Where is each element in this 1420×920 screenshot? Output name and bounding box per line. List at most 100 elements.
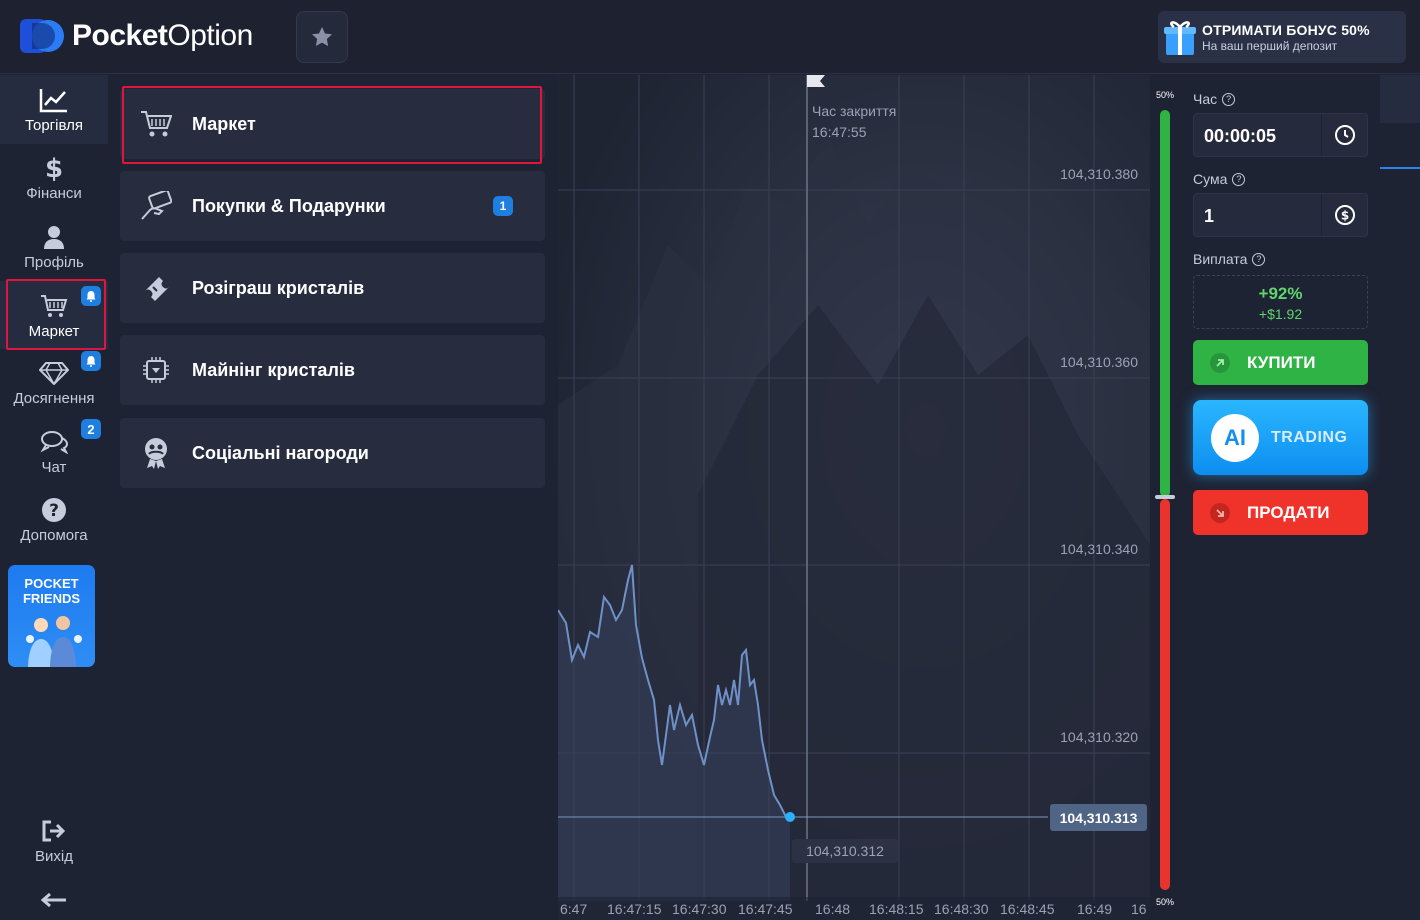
clock-button[interactable] <box>1321 114 1367 156</box>
close-time-label: Час закриття <box>812 103 897 119</box>
sentiment-bar: 50% 50% <box>1150 75 1180 920</box>
collapse-nav-button[interactable] <box>0 885 108 917</box>
amount-label-row: Сума ? <box>1193 171 1246 187</box>
pocketoption-logo[interactable]: PocketOption <box>18 14 253 58</box>
dollar-circle-icon: $ <box>1334 205 1355 225</box>
market-item-crystal-raffle[interactable]: Розіграш кристалів <box>120 253 545 323</box>
help-icon[interactable]: ? <box>1222 92 1236 106</box>
right-toolbar-indicator <box>1380 167 1420 169</box>
low-price-tag: 104,310.312 <box>792 839 898 863</box>
time-tick: 16:49 <box>1077 901 1113 917</box>
current-price-tag: 104,310.313 <box>1050 804 1147 831</box>
payout-label-row: Виплата ? <box>1193 251 1266 267</box>
left-nav: Торгівля $ Фінанси Профіль Маркет Досягн… <box>0 75 108 920</box>
ai-trading-text: TRADING <box>1271 428 1348 446</box>
nav-label-logout: Вихід <box>35 848 73 865</box>
time-label: Час <box>1193 91 1218 107</box>
nav-item-trading[interactable]: Торгівля <box>0 75 108 144</box>
time-tick: 16:47:30 <box>672 901 727 917</box>
amount-value: 1 <box>1204 206 1215 226</box>
user-icon <box>44 226 64 249</box>
diamond-icon <box>39 362 69 385</box>
logo-text-bold: Pocket <box>72 19 168 52</box>
time-tick: 16 <box>1131 901 1147 917</box>
arrow-down-right-icon <box>1210 502 1230 523</box>
bonus-title: ОТРИМАТИ БОНУС 50% <box>1202 21 1370 38</box>
time-tick: 16:48 <box>815 901 851 917</box>
pocket-friends-text: POCKET FRIENDS <box>22 576 81 606</box>
time-input[interactable]: 00:00:05 <box>1193 113 1368 157</box>
nav-label-finance: Фінанси <box>26 185 82 202</box>
nav-item-logout[interactable]: Вихід <box>0 816 108 865</box>
sentiment-down-percent: 50% <box>1155 897 1174 907</box>
arrow-left-icon <box>41 893 66 907</box>
time-tick: 16:48:45 <box>1000 901 1055 917</box>
pocket-friends-banner[interactable]: POCKET FRIENDS <box>8 565 95 667</box>
market-item-label: Розіграш кристалів <box>192 277 365 298</box>
payout-box: +92% +$1.92 <box>1193 275 1368 329</box>
clock-icon <box>1334 125 1355 145</box>
arrow-up-right-icon <box>1210 352 1230 373</box>
award-icon <box>145 438 167 469</box>
market-item-label: Покупки & Подарунки <box>192 195 386 216</box>
price-chart[interactable]: Час закриття 16:47:55 104,310.380 104,31… <box>558 75 1150 920</box>
time-value: 00:00:05 <box>1204 126 1277 146</box>
sentiment-up-percent: 50% <box>1155 90 1174 100</box>
dollar-icon: $ <box>45 154 63 182</box>
help-icon[interactable]: ? <box>1232 172 1246 186</box>
chip-icon <box>143 357 169 383</box>
bonus-subtitle: На ваш перший депозит <box>1202 38 1338 53</box>
amount-label: Сума <box>1193 171 1228 187</box>
trade-panel: Час ? 00:00:05 Сума ? 1 $ Виплата ? +92%… <box>1180 75 1380 920</box>
market-item-crystal-mining[interactable]: Майнінг кристалів <box>120 335 545 405</box>
logo-text-thin: Option <box>167 19 253 52</box>
buy-label: КУПИТИ <box>1247 352 1316 372</box>
payout-percent: +92% <box>1258 284 1303 303</box>
ai-trading-button[interactable]: AI TRADING <box>1193 400 1368 475</box>
nav-label-chat: Чат <box>41 459 67 476</box>
current-price-dot <box>785 812 795 822</box>
nav-label-profile: Профіль <box>24 254 84 271</box>
sell-button[interactable]: ПРОДАТИ <box>1193 490 1368 535</box>
gift-icon <box>1158 11 1202 63</box>
market-item-purchases[interactable]: Покупки & Подарунки 1 <box>120 171 545 241</box>
svg-text:$: $ <box>1340 209 1348 223</box>
achievements-notification-badge <box>81 351 101 371</box>
header: PocketOption ОТРИМАТИ БОНУС 50% На ваш п… <box>0 0 1420 74</box>
amount-input[interactable]: 1 $ <box>1193 193 1368 237</box>
star-icon <box>312 27 332 47</box>
friends-illustration-icon <box>26 616 82 667</box>
price-level-label: 104,310.320 <box>1060 729 1138 745</box>
time-label-row: Час ? <box>1193 91 1236 107</box>
right-toolbar-top <box>1380 75 1420 123</box>
logo-icon <box>18 15 66 57</box>
svg-text:$: $ <box>45 154 63 182</box>
market-item-social-rewards[interactable]: Соціальні нагороди <box>120 418 545 488</box>
time-tick: 6:47 <box>560 901 588 917</box>
right-toolbar <box>1380 75 1420 920</box>
bonus-banner[interactable]: ОТРИМАТИ БОНУС 50% На ваш перший депозит <box>1158 11 1406 63</box>
payout-label: Виплата <box>1193 251 1248 267</box>
sentiment-up-track <box>1160 110 1170 497</box>
bell-icon <box>86 356 96 367</box>
nav-item-finance[interactable]: $ Фінанси <box>0 153 108 202</box>
purchases-count-badge: 1 <box>493 196 513 216</box>
sell-label: ПРОДАТИ <box>1247 502 1330 522</box>
nav-label-achievements: Досягнення <box>13 390 95 407</box>
time-tick: 16:48:15 <box>869 901 924 917</box>
buy-button[interactable]: КУПИТИ <box>1193 340 1368 385</box>
close-time-info: Час закриття 16:47:55 <box>812 101 896 143</box>
nav-item-profile[interactable]: Профіль <box>0 222 108 271</box>
favorites-button[interactable] <box>296 11 348 63</box>
market-panel: Маркет Покупки & Подарунки 1 Розіграш кр… <box>108 75 558 920</box>
nav-label-help: Допомога <box>20 527 88 544</box>
help-icon[interactable]: ? <box>1252 252 1266 266</box>
ticket-icon <box>145 277 169 301</box>
help-icon: ? <box>42 498 66 522</box>
currency-button[interactable]: $ <box>1321 194 1367 236</box>
chart-canvas <box>558 75 1150 920</box>
time-tick: 16:47:15 <box>607 901 662 917</box>
close-time-value: 16:47:55 <box>812 124 867 140</box>
nav-item-help[interactable]: ? Допомога <box>0 495 108 544</box>
sentiment-down-track <box>1160 499 1170 890</box>
